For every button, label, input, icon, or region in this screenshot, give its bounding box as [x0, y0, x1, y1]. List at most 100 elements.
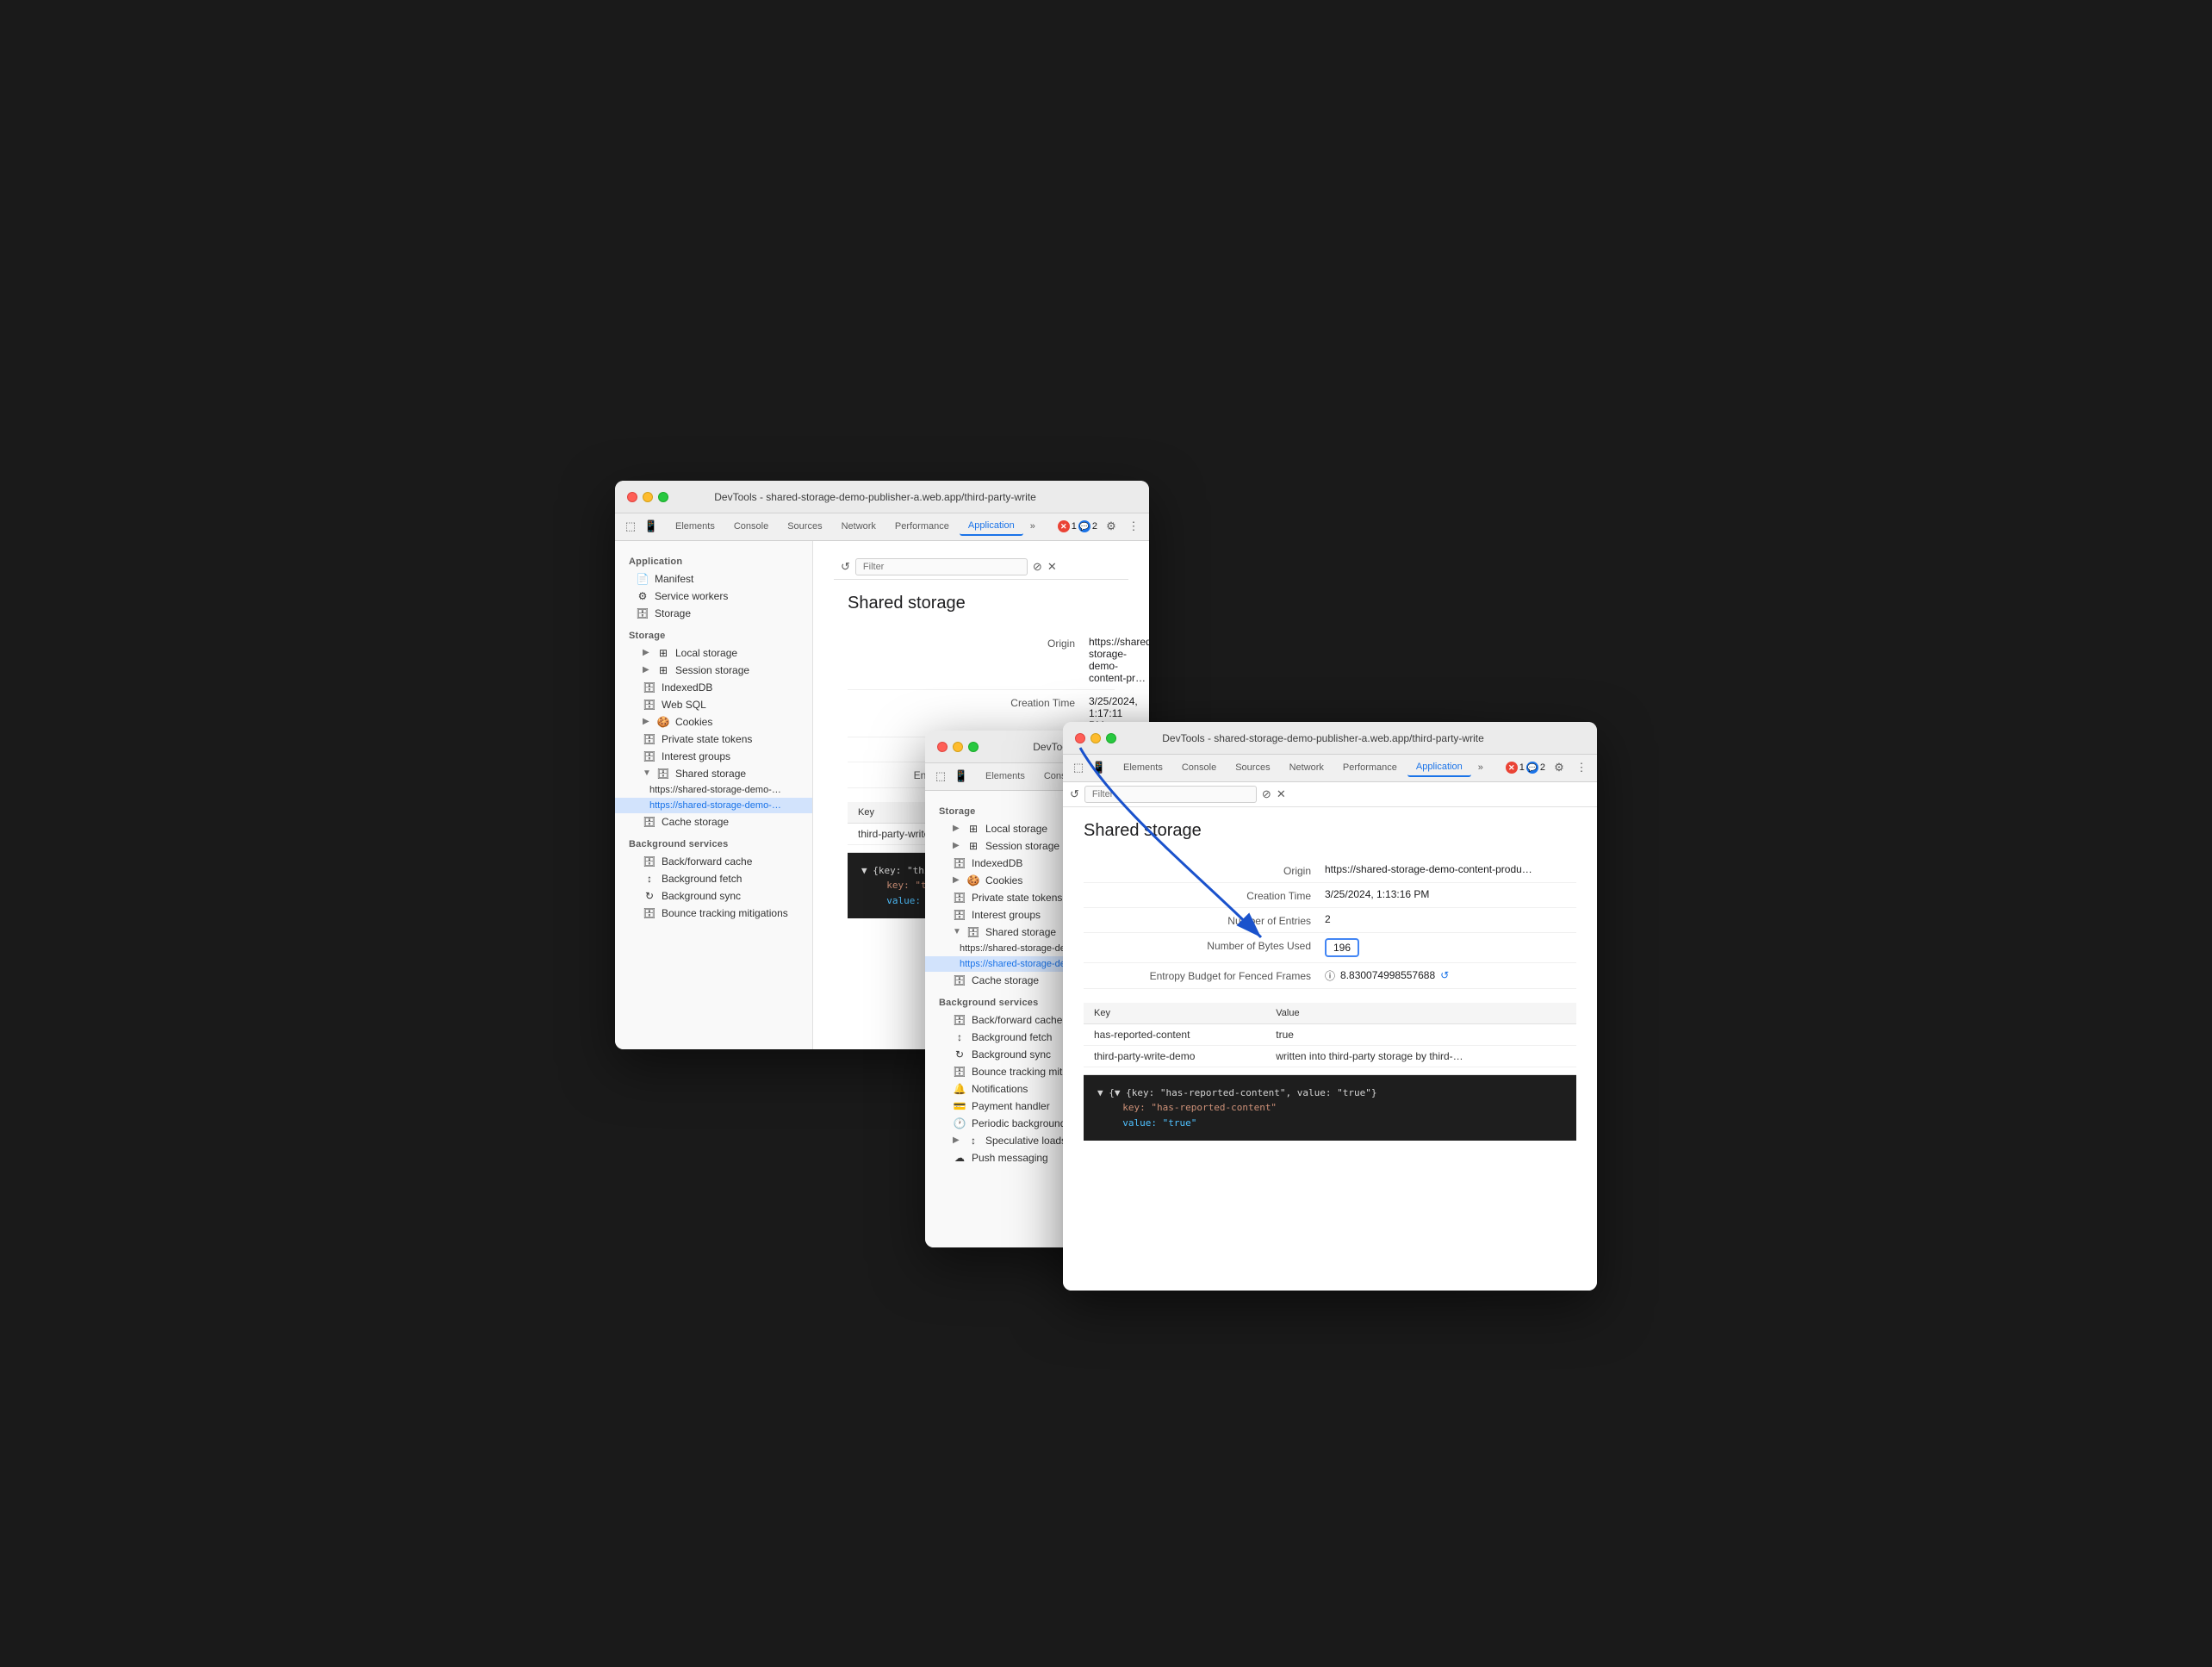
device-icon[interactable]: 📱: [643, 518, 660, 535]
sidebar-web-sql-back[interactable]: 🗄 Web SQL: [615, 696, 812, 713]
local-storage-icon: ⊞: [656, 647, 670, 659]
interest-icon: 🗄: [643, 750, 656, 762]
entropy-refresh-front[interactable]: ↺: [1440, 969, 1449, 981]
sidebar-shared-url2-back[interactable]: https://shared-storage-demo-…: [615, 798, 812, 813]
value-cell-front-2: written into third-party storage by thir…: [1265, 1045, 1576, 1067]
device-icon-front[interactable]: 📱: [1090, 759, 1108, 776]
expand-arrow-shared: ▼: [643, 768, 651, 778]
tab-application-front[interactable]: Application: [1407, 758, 1471, 777]
more-tabs-front[interactable]: »: [1473, 759, 1488, 776]
filter-input-back[interactable]: [855, 558, 1028, 575]
key-header-front: Key: [1084, 1003, 1265, 1024]
expand-arrow-speculative: ▶: [953, 1135, 961, 1145]
bg-sync-icon-mid: ↻: [953, 1048, 966, 1061]
sidebar-session-storage-back[interactable]: ▶ ⊞ Session storage: [615, 662, 812, 679]
shared-storage-label-mid: Shared storage: [985, 926, 1056, 938]
push-label-mid: Push messaging: [972, 1152, 1048, 1164]
entropy-row-front: Entropy Budget for Fenced Frames ⓘ 8.830…: [1084, 963, 1576, 989]
sidebar-local-storage-back[interactable]: ▶ ⊞ Local storage: [615, 644, 812, 662]
sidebar-bounce-back[interactable]: 🗄 Bounce tracking mitigations: [615, 905, 812, 922]
sidebar-bg-sync-back[interactable]: ↻ Background sync: [615, 887, 812, 905]
sidebar-storage-back[interactable]: 🗄 Storage: [615, 605, 812, 622]
inspect-icon-mid[interactable]: ⬚: [932, 768, 949, 785]
data-table-front: Key Value has-reported-content true thir…: [1084, 1003, 1576, 1067]
tab-elements-mid[interactable]: Elements: [977, 768, 1034, 785]
title-bar-back: DevTools - shared-storage-demo-publisher…: [615, 481, 1149, 513]
bytes-label-front: Number of Bytes Used: [1084, 938, 1325, 952]
background-section-label: Background services: [615, 830, 812, 853]
filter-close-front[interactable]: ✕: [1277, 787, 1286, 801]
settings-icon-front[interactable]: ⚙: [1550, 759, 1568, 776]
msg-count-back: 💬: [1078, 520, 1090, 532]
sidebar-service-workers[interactable]: ⚙ Service workers: [615, 588, 812, 605]
more-options-icon-front[interactable]: ⋮: [1573, 759, 1590, 776]
tab-network-front[interactable]: Network: [1281, 759, 1333, 776]
tab-elements-back[interactable]: Elements: [667, 518, 724, 535]
sidebar-back: Application 📄 Manifest ⚙ Service workers…: [615, 541, 813, 1049]
table-row-front-1[interactable]: has-reported-content true: [1084, 1023, 1576, 1045]
json-value-line-front: value: "true": [1097, 1116, 1563, 1131]
sidebar-shared-url1-back[interactable]: https://shared-storage-demo-…: [615, 782, 812, 798]
filter-clear-back[interactable]: ⊘: [1033, 560, 1042, 574]
key-cell-front-1: has-reported-content: [1084, 1023, 1265, 1045]
sidebar-interest-back[interactable]: 🗄 Interest groups: [615, 748, 812, 765]
bf-cache-icon: 🗄: [643, 855, 656, 868]
refresh-btn-front[interactable]: ↺: [1070, 787, 1079, 801]
expand-arrow-cookies-mid: ▶: [953, 875, 961, 885]
bounce-icon: 🗄: [643, 907, 656, 919]
sidebar-cookies-back[interactable]: ▶ 🍪 Cookies: [615, 713, 812, 731]
push-icon-mid: ☁: [953, 1152, 966, 1164]
inspect-icon-front[interactable]: ⬚: [1070, 759, 1087, 776]
sidebar-private-state-back[interactable]: 🗄 Private state tokens: [615, 731, 812, 748]
expand-arrow-cookies: ▶: [643, 717, 651, 726]
tab-performance-back[interactable]: Performance: [886, 518, 958, 535]
bg-sync-label-mid: Background sync: [972, 1048, 1051, 1061]
sidebar-indexed-db-back[interactable]: 🗄 IndexedDB: [615, 679, 812, 696]
tab-elements-front[interactable]: Elements: [1115, 759, 1171, 776]
sidebar-cache-storage-back[interactable]: 🗄 Cache storage: [615, 813, 812, 830]
tab-network-back[interactable]: Network: [833, 518, 885, 535]
bytes-value-front: 196: [1325, 938, 1359, 957]
interest-label-mid: Interest groups: [972, 909, 1041, 921]
sidebar-shared-storage-back[interactable]: ▼ 🗄 Shared storage: [615, 765, 812, 782]
inspect-icon[interactable]: ⬚: [622, 518, 639, 535]
manifest-label: Manifest: [655, 573, 693, 585]
filter-clear-front[interactable]: ⊘: [1262, 787, 1271, 801]
sidebar-manifest[interactable]: 📄 Manifest: [615, 570, 812, 588]
tab-performance-front[interactable]: Performance: [1334, 759, 1406, 776]
service-workers-label: Service workers: [655, 590, 728, 602]
tab-sources-back[interactable]: Sources: [779, 518, 830, 535]
bytes-value-container: 196: [1325, 938, 1359, 957]
sidebar-bg-fetch-back[interactable]: ↕ Background fetch: [615, 870, 812, 887]
more-options-icon-back[interactable]: ⋮: [1125, 518, 1142, 535]
tab-sources-front[interactable]: Sources: [1227, 759, 1278, 776]
origin-label-back: Origin: [848, 636, 1089, 650]
filter-close-back[interactable]: ✕: [1047, 560, 1057, 574]
device-icon-mid[interactable]: 📱: [953, 768, 970, 785]
shared-url2-label-back: https://shared-storage-demo-…: [649, 800, 781, 811]
filter-input-front[interactable]: [1084, 786, 1257, 803]
storage-label-back: Storage: [655, 607, 691, 619]
tab-console-front[interactable]: Console: [1173, 759, 1225, 776]
storage-section-label: Storage: [615, 622, 812, 644]
shared-storage-icon-back: 🗄: [656, 768, 670, 780]
sidebar-bf-cache-back[interactable]: 🗄 Back/forward cache: [615, 853, 812, 870]
error-badge-front: ✕ 1 💬 2: [1506, 762, 1545, 774]
more-tabs-back[interactable]: »: [1025, 518, 1041, 535]
devtools-body-front: ↺ ⊘ ✕ Shared storage Origin https://shar…: [1063, 782, 1597, 1291]
origin-value-front: https://shared-storage-demo-content-prod…: [1325, 863, 1532, 875]
error-count-back: ✕: [1058, 520, 1070, 532]
expand-arrow-session-mid: ▶: [953, 841, 961, 850]
entropy-value-front: ⓘ 8.830074998557688 ↺: [1325, 968, 1449, 983]
settings-icon-back[interactable]: ⚙: [1103, 518, 1120, 535]
refresh-btn-back[interactable]: ↺: [841, 560, 850, 574]
cache-storage-icon-back: 🗄: [643, 816, 656, 828]
tab-console-back[interactable]: Console: [725, 518, 777, 535]
value-cell-front-1: true: [1265, 1023, 1576, 1045]
private-state-label-mid: Private state tokens: [972, 892, 1062, 904]
session-storage-icon: ⊞: [656, 664, 670, 676]
cache-storage-icon-mid: 🗄: [953, 974, 966, 986]
table-row-front-2[interactable]: third-party-write-demo written into thir…: [1084, 1045, 1576, 1067]
tab-application-back[interactable]: Application: [960, 517, 1023, 536]
origin-value-back: https://shared-storage-demo-content-pr…: [1089, 636, 1149, 684]
